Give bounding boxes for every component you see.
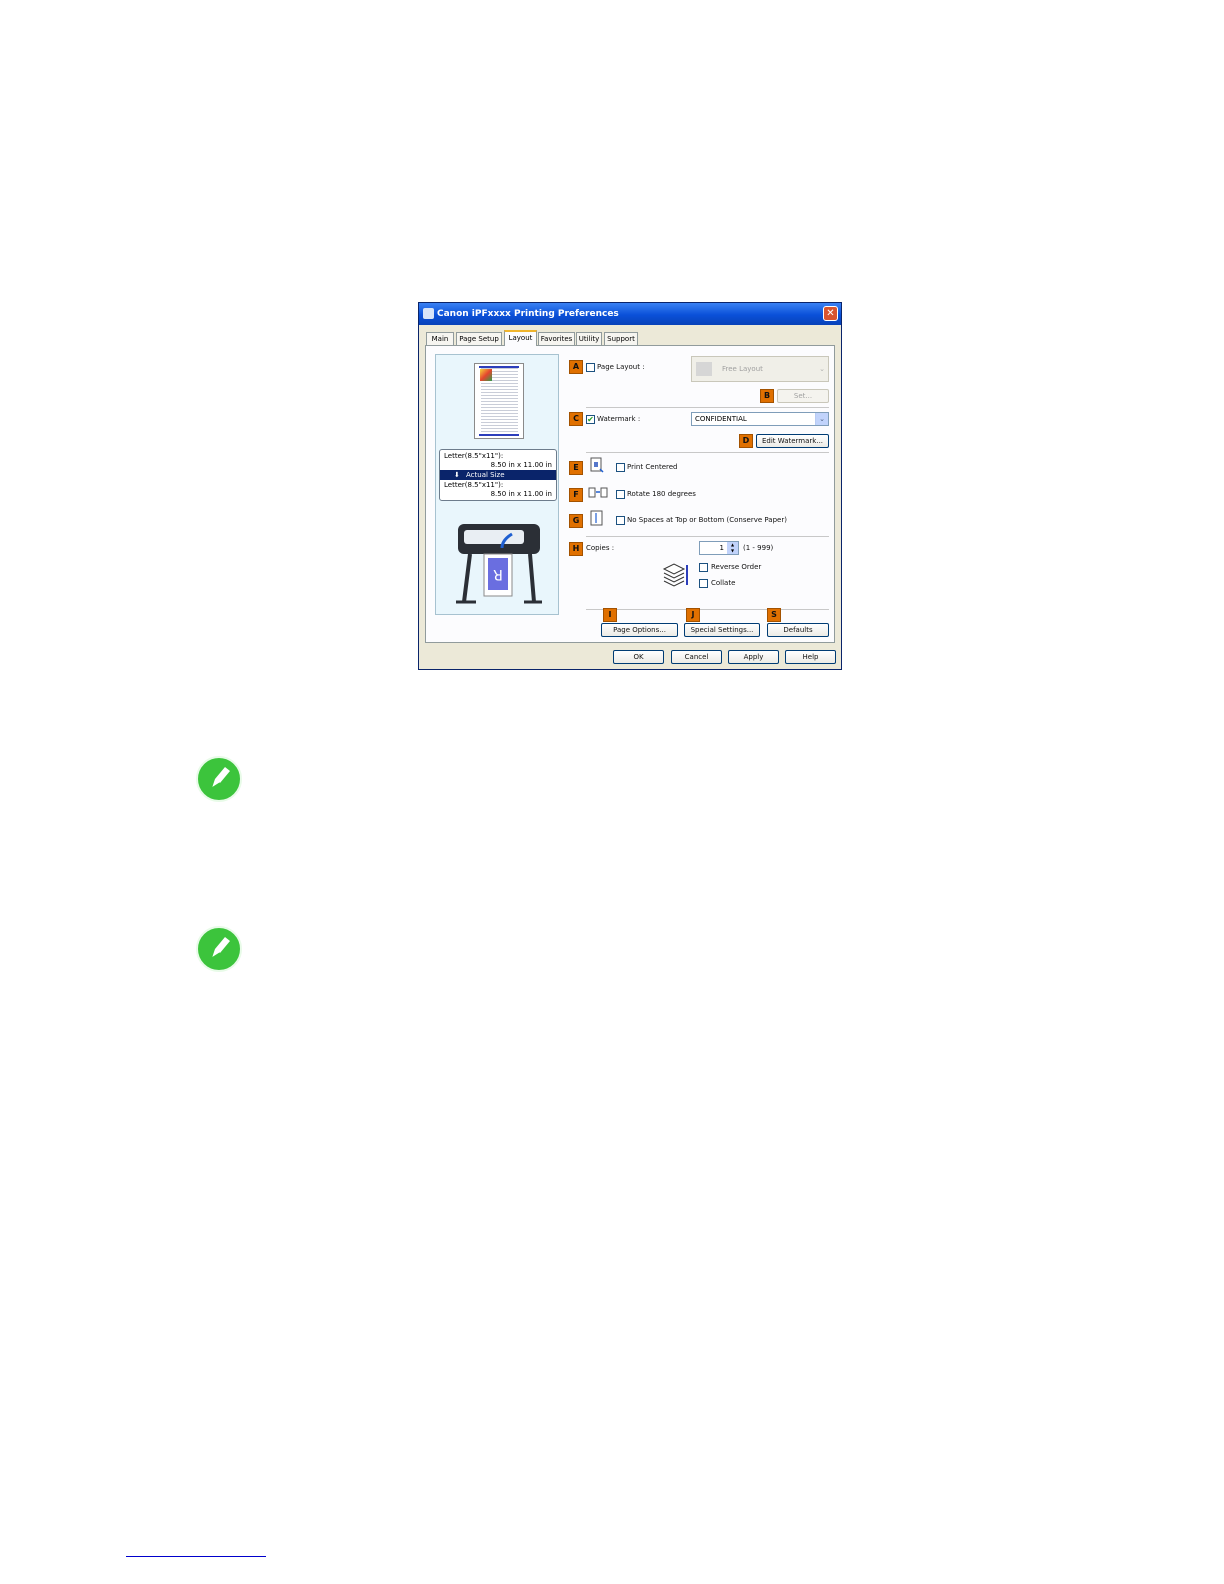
actual-size-bar: ⬇ Actual Size: [440, 470, 556, 480]
page-layout-label: Page Layout :: [597, 363, 645, 371]
help-button[interactable]: Help: [785, 650, 836, 664]
preview-pane: Letter(8.5"x11"): 8.50 in x 11.00 in ⬇ A…: [435, 354, 559, 615]
conserve-paper-icon: [590, 510, 603, 526]
mirrored-letter: R: [493, 566, 503, 582]
print-centered-icon: [590, 457, 604, 473]
tab-page-setup[interactable]: Page Setup: [456, 332, 502, 345]
print-centered-checkbox[interactable]: [616, 463, 625, 472]
edit-watermark-button[interactable]: Edit Watermark...: [756, 434, 829, 448]
tab-favorites[interactable]: Favorites: [538, 332, 575, 345]
layout-panel: Letter(8.5"x11"): 8.50 in x 11.00 in ⬇ A…: [425, 345, 835, 643]
down-arrow-icon: ⬇: [454, 471, 460, 479]
rotate-180-label: Rotate 180 degrees: [627, 490, 696, 498]
watermark-checkbox[interactable]: ✔: [586, 415, 595, 424]
page-layout-checkbox[interactable]: [586, 363, 595, 372]
paper-size-info: Letter(8.5"x11"): 8.50 in x 11.00 in ⬇ A…: [439, 449, 557, 501]
output-size-dimensions: 8.50 in x 11.00 in: [490, 490, 552, 498]
set-button[interactable]: Set...: [777, 389, 829, 403]
no-spaces-label: No Spaces at Top or Bottom (Conserve Pap…: [627, 516, 787, 524]
collate-label: Collate: [711, 579, 736, 587]
printer-app-icon: [423, 308, 434, 319]
ok-button[interactable]: OK: [613, 650, 664, 664]
spin-down-icon[interactable]: ▼: [727, 548, 738, 554]
copies-stack-icon: [662, 563, 688, 587]
callout-d: D: [739, 434, 753, 448]
note-icon: [196, 926, 242, 972]
copies-value: 1: [719, 544, 724, 552]
callout-j: J: [686, 608, 700, 622]
callout-b: B: [760, 389, 774, 403]
tab-utility[interactable]: Utility: [576, 332, 602, 345]
callout-f: F: [569, 488, 583, 502]
copies-label: Copies :: [586, 544, 615, 552]
tab-support[interactable]: Support: [604, 332, 638, 345]
free-layout-icon: [696, 362, 712, 376]
thumbnail-image: [480, 369, 492, 381]
window-title: Canon iPFxxxx Printing Preferences: [437, 309, 619, 319]
rotate-180-icon: [588, 487, 608, 498]
output-size-label: Letter(8.5"x11"):: [444, 481, 504, 489]
print-centered-label: Print Centered: [627, 463, 678, 471]
printing-preferences-dialog: Canon iPFxxxx Printing Preferences ✕ Mai…: [418, 302, 842, 670]
watermark-value: CONFIDENTIAL: [695, 415, 747, 423]
tab-layout[interactable]: Layout: [504, 330, 537, 346]
page-options-button[interactable]: Page Options...: [601, 623, 678, 637]
defaults-button[interactable]: Defaults: [767, 623, 829, 637]
printer-roll: [464, 530, 524, 544]
tab-main[interactable]: Main: [426, 332, 454, 345]
divider: [586, 609, 829, 610]
callout-h: H: [569, 542, 583, 556]
collate-checkbox[interactable]: [699, 579, 708, 588]
copies-range: (1 - 999): [743, 544, 774, 552]
special-settings-button[interactable]: Special Settings...: [684, 623, 760, 637]
source-size-dimensions: 8.50 in x 11.00 in: [490, 461, 552, 469]
chevron-down-icon: ⌄: [815, 413, 828, 425]
callout-e: E: [569, 461, 583, 475]
no-spaces-checkbox[interactable]: [616, 516, 625, 525]
callout-c: C: [569, 412, 583, 426]
watermark-label: Watermark :: [597, 415, 641, 423]
large-format-printer-illustration: R: [456, 524, 542, 604]
footer-link-underline[interactable]: [126, 1556, 266, 1557]
divider: [586, 536, 829, 537]
printer-leg-left: [462, 553, 472, 603]
watermark-dropdown[interactable]: CONFIDENTIAL ⌄: [691, 412, 829, 426]
page-layout-value: Free Layout: [722, 365, 763, 373]
note-icon: [196, 756, 242, 802]
reverse-order-checkbox[interactable]: [699, 563, 708, 572]
close-button[interactable]: ✕: [823, 306, 838, 321]
source-size-label: Letter(8.5"x11"):: [444, 452, 504, 460]
divider: [586, 407, 829, 408]
page-layout-dropdown[interactable]: Free Layout ⌄: [691, 356, 829, 382]
printer-leg-right: [528, 553, 536, 603]
rotate-180-checkbox[interactable]: [616, 490, 625, 499]
callout-s: S: [767, 608, 781, 622]
divider: [586, 452, 829, 453]
thumbnail-footer-bar: [479, 434, 519, 436]
title-bar[interactable]: Canon iPFxxxx Printing Preferences ✕: [419, 303, 841, 325]
callout-g: G: [569, 514, 583, 528]
page-preview-thumbnail: [474, 363, 524, 439]
cancel-button[interactable]: Cancel: [671, 650, 722, 664]
actual-size-label: Actual Size: [466, 471, 505, 479]
chevron-down-icon: ⌄: [816, 357, 828, 381]
apply-button[interactable]: Apply: [728, 650, 779, 664]
callout-i: I: [603, 608, 617, 622]
reverse-order-label: Reverse Order: [711, 563, 762, 571]
copies-spinbox[interactable]: 1 ▲ ▼: [699, 541, 739, 555]
callout-a: A: [569, 360, 583, 374]
